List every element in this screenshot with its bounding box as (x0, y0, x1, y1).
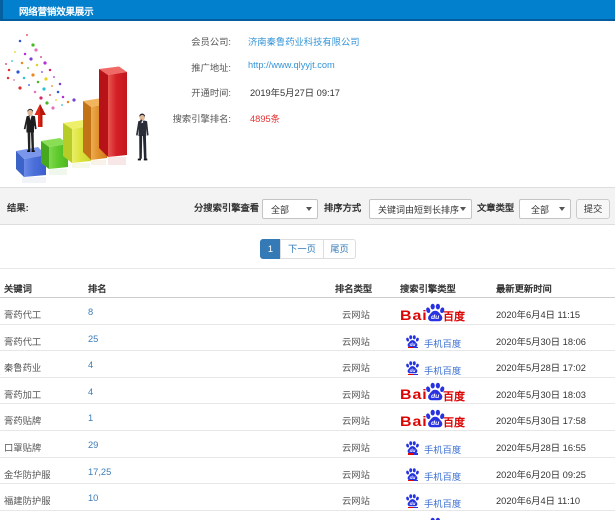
svg-text:du: du (431, 393, 440, 400)
svg-text:du: du (431, 314, 440, 321)
svg-text:du: du (431, 420, 440, 427)
